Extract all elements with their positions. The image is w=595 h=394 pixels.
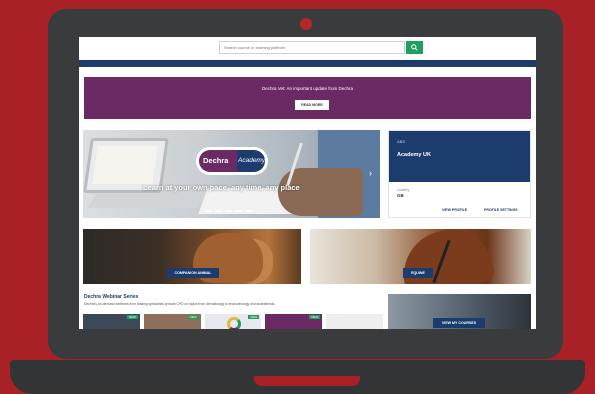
announcement-banner: Dechra Vet: An important update from Dec… xyxy=(84,77,531,119)
profile-card-small-text: ABS xyxy=(397,139,406,144)
logo-dechra-text: Dechra xyxy=(199,150,237,172)
carousel-dots xyxy=(205,210,252,212)
webinar-thumbnails: NEW NEW NEW NEW xyxy=(83,314,383,329)
top-bar xyxy=(79,37,536,59)
country-label: Country xyxy=(397,188,410,192)
banner-text: Dechra Vet: An important update from Dec… xyxy=(261,86,354,91)
carousel-dot[interactable] xyxy=(205,210,212,212)
equine-tile[interactable]: EQUINE xyxy=(310,229,531,284)
dechra-academy-logo: Dechra Academy xyxy=(196,147,268,175)
carousel-dot[interactable] xyxy=(235,210,242,212)
main-nav-bar xyxy=(79,60,536,67)
webinar-thumbnail[interactable]: NEW xyxy=(204,314,262,329)
view-profile-link[interactable]: VIEW PROFILE xyxy=(442,208,467,212)
profile-card-title: Academy UK xyxy=(397,152,431,158)
laptop-base-notch xyxy=(254,376,360,386)
profile-card: ABS Academy UK Country GB VIEW PROFILE P… xyxy=(388,130,531,218)
carousel-next-icon[interactable]: › xyxy=(369,168,372,178)
search-icon xyxy=(411,44,418,51)
webinar-thumbnail[interactable]: NEW xyxy=(265,314,323,329)
companion-animal-button[interactable]: COMPANION ANIMAL xyxy=(167,268,219,278)
new-badge: NEW xyxy=(126,315,138,319)
webinar-thumbnail[interactable]: NEW xyxy=(83,314,140,329)
equine-button[interactable]: EQUINE xyxy=(403,268,433,278)
logo-academy-text: Academy xyxy=(237,150,265,172)
search-button[interactable] xyxy=(406,41,423,54)
profile-settings-link[interactable]: PROFILE SETTINGS xyxy=(484,208,518,212)
carousel-dot[interactable] xyxy=(245,210,252,212)
webinar-series-description: Dechra's on-demand webinars from leading… xyxy=(84,302,276,306)
new-badge: NEW xyxy=(309,315,321,319)
new-badge: NEW xyxy=(187,315,199,319)
search-input[interactable] xyxy=(219,41,405,54)
country-value: GB xyxy=(397,193,404,198)
companion-animal-tile[interactable]: COMPANION ANIMAL xyxy=(83,229,301,284)
profile-card-header: ABS Academy UK xyxy=(389,131,530,182)
laptop-screen: Dechra Vet: An important update from Dec… xyxy=(79,37,536,329)
webinar-thumbnail[interactable] xyxy=(326,314,383,329)
new-badge: NEW xyxy=(248,315,260,319)
read-more-button[interactable]: READ MORE xyxy=(295,100,329,110)
webinar-series-title[interactable]: Dechra Webinar Series xyxy=(84,294,138,300)
webinar-thumbnail[interactable]: NEW xyxy=(143,314,201,329)
progress-ring-icon xyxy=(226,317,241,329)
carousel-dot[interactable] xyxy=(215,210,222,212)
my-courses-panel: VIEW MY COURSES xyxy=(388,294,531,329)
hero-caption: Learn at your own pace, any time, any pl… xyxy=(143,183,300,192)
webcam-icon xyxy=(300,18,312,30)
view-my-courses-button[interactable]: VIEW MY COURSES xyxy=(433,318,485,328)
carousel-dot[interactable] xyxy=(225,210,232,212)
hero-carousel[interactable]: Dechra Academy Learn at your own pace, a… xyxy=(83,130,380,218)
